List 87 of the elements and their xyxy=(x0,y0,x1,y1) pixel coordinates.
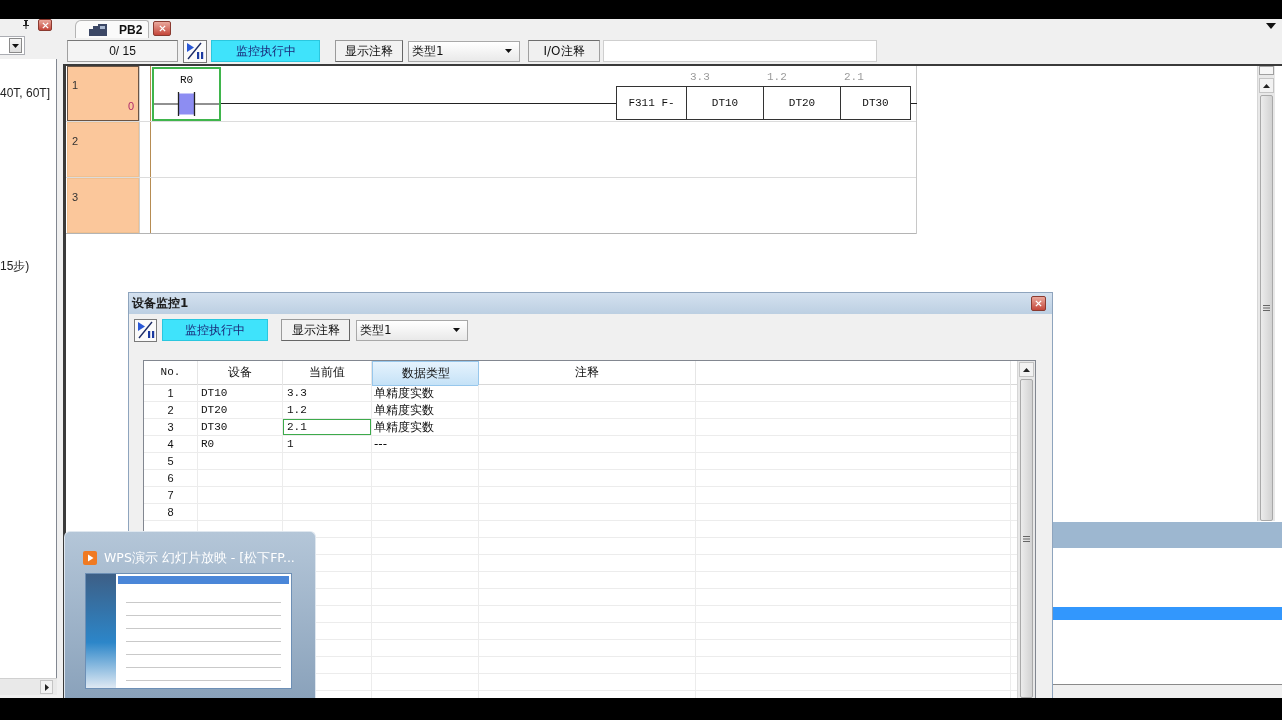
scroll-up-button[interactable] xyxy=(1019,362,1034,377)
operand-box[interactable]: DT20 xyxy=(764,86,841,120)
table-cell: 单精度实数 xyxy=(372,385,479,401)
table-cell[interactable]: 1 xyxy=(283,436,372,452)
caret-icon xyxy=(12,43,19,48)
pin-icon[interactable] xyxy=(22,20,30,29)
monitoring-status: 监控执行中 xyxy=(162,319,268,341)
table-cell: 6 xyxy=(144,470,198,486)
caret-icon xyxy=(453,328,460,332)
table-cell[interactable]: 3.3 xyxy=(283,385,372,401)
split-handle[interactable] xyxy=(1259,66,1274,75)
column-header[interactable]: 数据类型 xyxy=(372,361,479,386)
close-button[interactable] xyxy=(1031,296,1046,311)
rung-number: 1 xyxy=(72,78,79,93)
close-icon xyxy=(41,21,49,29)
show-comments-button[interactable]: 显示注释 xyxy=(281,319,350,341)
scroll-right-button[interactable] xyxy=(40,680,53,694)
io-comment-label: I/O注释 xyxy=(528,40,600,62)
right-arrow-icon xyxy=(44,683,49,691)
close-button[interactable] xyxy=(38,19,52,31)
play-pause-icon xyxy=(136,321,155,339)
rung-number: 3 xyxy=(72,190,79,205)
rung-wire xyxy=(911,102,917,104)
table-cell: 3 xyxy=(144,419,198,435)
table-cell: R0 xyxy=(198,436,283,452)
rung-header[interactable]: 2 xyxy=(67,122,139,177)
close-icon xyxy=(158,25,166,32)
vertical-scrollbar[interactable] xyxy=(1017,361,1035,698)
table-cell: 7 xyxy=(144,487,198,503)
rung-number: 2 xyxy=(72,134,79,149)
tree-item[interactable]: 40T, 60T] xyxy=(0,85,56,101)
table-cell: 单精度实数 xyxy=(372,419,479,435)
table-cell: 5 xyxy=(144,453,198,469)
close-icon xyxy=(1035,300,1042,307)
rung-header[interactable]: 3 xyxy=(67,178,139,233)
type-dropdown[interactable]: 类型1 xyxy=(408,40,520,62)
table-cell[interactable]: 1.2 xyxy=(283,402,372,418)
up-arrow-icon xyxy=(1263,83,1270,88)
table-cell: 2 xyxy=(144,402,198,418)
window-title: 设备监控1 xyxy=(132,295,189,312)
table-cell: DT30 xyxy=(198,419,283,435)
step-number: 0 xyxy=(127,99,134,114)
up-arrow-icon xyxy=(1023,367,1030,372)
horizontal-scrollbar[interactable] xyxy=(0,678,57,695)
play-pause-icon xyxy=(186,42,204,60)
show-comments-button[interactable]: 显示注释 xyxy=(335,40,403,62)
io-comment-field[interactable] xyxy=(603,40,877,62)
grip-icon xyxy=(1263,305,1270,311)
contact-cell[interactable]: R0 xyxy=(152,67,221,121)
monitor-value: 1.2 xyxy=(766,70,788,85)
table-cell: DT20 xyxy=(198,402,283,418)
vertical-scrollbar[interactable] xyxy=(1257,66,1275,521)
table-cell: 4 xyxy=(144,436,198,452)
operand-box[interactable]: DT30 xyxy=(841,86,911,120)
preview-title: WPS演示 幻灯片放映 - [松下FP... xyxy=(104,549,295,567)
caret-icon xyxy=(505,49,512,53)
monitor-value: 3.3 xyxy=(689,70,711,85)
scroll-up-button[interactable] xyxy=(1259,78,1274,93)
type-dropdown[interactable]: 类型1 xyxy=(356,319,468,341)
scrollbar-thumb[interactable] xyxy=(1260,95,1273,521)
table-cell: 单精度实数 xyxy=(372,402,479,418)
close-button[interactable] xyxy=(153,21,172,36)
monitor-value: 2.1 xyxy=(843,70,865,85)
table-cell[interactable]: 2.1 xyxy=(283,419,372,435)
operand-box[interactable]: DT10 xyxy=(687,86,764,120)
program-tab[interactable]: PB2 xyxy=(75,20,150,38)
grip-icon xyxy=(1023,535,1030,542)
column-header[interactable]: No. xyxy=(144,361,198,386)
column-header[interactable]: 注释 xyxy=(479,361,696,386)
table-cell: DT10 xyxy=(198,385,283,401)
dropdown-field[interactable] xyxy=(0,36,25,55)
table-cell: 1 xyxy=(144,385,198,401)
play-icon xyxy=(83,551,97,565)
device-label: R0 xyxy=(179,73,194,87)
scrollbar-thumb[interactable] xyxy=(1020,379,1033,698)
column-header[interactable]: 设备 xyxy=(198,361,283,386)
tree-item[interactable]: 15步) xyxy=(0,258,56,274)
table-cell: 8 xyxy=(144,504,198,520)
monitoring-status: 监控执行中 xyxy=(211,40,320,62)
instruction-box[interactable]: F311 F- xyxy=(616,86,687,120)
monitor-toggle-button[interactable] xyxy=(134,318,157,342)
monitor-toggle-button[interactable] xyxy=(183,39,207,63)
table-cell: --- xyxy=(372,436,479,452)
program-icon xyxy=(89,23,107,36)
step-counter: 0/ 15 xyxy=(67,40,178,62)
rung-header[interactable]: 1 0 xyxy=(67,66,139,121)
caret-icon[interactable] xyxy=(1266,22,1276,29)
